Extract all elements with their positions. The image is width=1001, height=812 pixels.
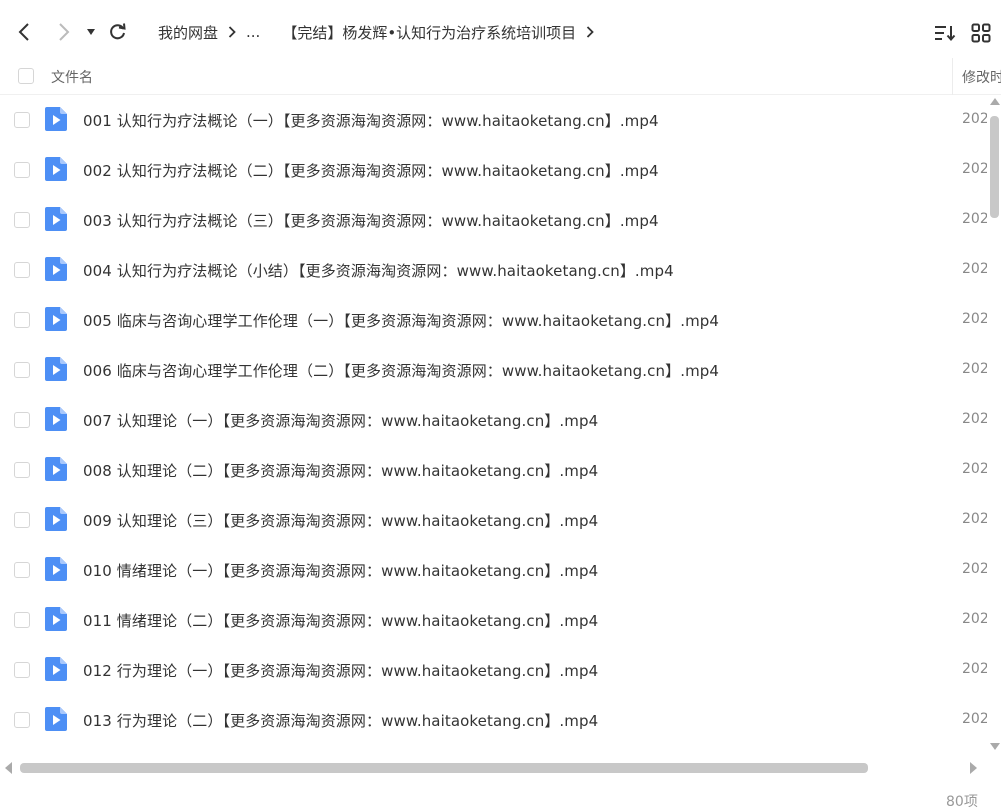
row-checkbox[interactable] (14, 662, 30, 678)
row-checkbox[interactable] (14, 412, 30, 428)
file-modified-date: 202 (962, 711, 987, 727)
history-dropdown-button[interactable] (82, 20, 100, 44)
row-checkbox[interactable] (14, 712, 30, 728)
file-row[interactable]: 002 认知行为疗法概论（二）【更多资源海淘资源网：www.haitaoketa… (0, 145, 987, 195)
file-modified-date: 202 (962, 361, 987, 377)
video-file-icon (45, 557, 67, 581)
file-modified-date: 202 (962, 161, 987, 177)
column-divider[interactable] (952, 58, 953, 95)
row-checkbox[interactable] (14, 312, 30, 328)
breadcrumb: 我的网盘 ... 【完结】杨发辉•认知行为治疗系统培训项目 (158, 20, 604, 44)
file-name[interactable]: 010 情绪理论（一）【更多资源海淘资源网：www.haitaoketang.c… (83, 560, 598, 581)
video-file-icon (45, 207, 67, 231)
file-name[interactable]: 002 认知行为疗法概论（二）【更多资源海淘资源网：www.haitaoketa… (83, 160, 659, 181)
row-checkbox[interactable] (14, 512, 30, 528)
forward-button[interactable] (52, 20, 76, 44)
file-name[interactable]: 006 临床与咨询心理学工作伦理（二）【更多资源海淘资源网：www.haitao… (83, 360, 719, 381)
scroll-left-arrow-icon[interactable] (5, 762, 12, 774)
video-file-icon (45, 307, 67, 331)
file-name[interactable]: 005 临床与咨询心理学工作伦理（一）【更多资源海淘资源网：www.haitao… (83, 310, 719, 331)
row-checkbox[interactable] (14, 362, 30, 378)
select-all-checkbox[interactable] (18, 68, 34, 84)
file-row[interactable]: 012 行为理论（一）【更多资源海淘资源网：www.haitaoketang.c… (0, 645, 987, 695)
file-row[interactable]: 001 认知行为疗法概论（一）【更多资源海淘资源网：www.haitaoketa… (0, 95, 987, 145)
video-file-icon (45, 107, 67, 131)
sort-icon (935, 26, 956, 42)
video-file-icon (45, 257, 67, 281)
video-file-icon (45, 357, 67, 381)
file-row[interactable]: 005 临床与咨询心理学工作伦理（一）【更多资源海淘资源网：www.haitao… (0, 295, 987, 345)
file-modified-date: 202 (962, 311, 987, 327)
column-header-name[interactable]: 文件名 (51, 67, 93, 87)
vertical-scrollbar[interactable] (987, 98, 1001, 750)
file-modified-date: 202 (962, 411, 987, 427)
grid-view-button[interactable] (968, 20, 994, 46)
video-file-icon (45, 607, 67, 631)
file-modified-date: 202 (962, 261, 987, 277)
sort-button[interactable] (932, 20, 958, 46)
file-modified-date: 202 (962, 661, 987, 677)
breadcrumb-root[interactable]: 我的网盘 (158, 22, 218, 43)
horizontal-scroll-thumb[interactable] (20, 763, 868, 773)
scroll-right-arrow-icon[interactable] (970, 762, 977, 774)
item-count: 80项 (946, 794, 978, 810)
scroll-up-arrow-icon[interactable] (990, 98, 1000, 105)
horizontal-scrollbar[interactable] (0, 760, 987, 776)
file-modified-date: 202 (962, 511, 987, 527)
file-name[interactable]: 012 行为理论（一）【更多资源海淘资源网：www.haitaoketang.c… (83, 660, 598, 681)
list-header: 文件名 修改时间 (0, 58, 1001, 95)
file-row[interactable]: 010 情绪理论（一）【更多资源海淘资源网：www.haitaoketang.c… (0, 545, 987, 595)
file-name[interactable]: 001 认知行为疗法概论（一）【更多资源海淘资源网：www.haitaoketa… (83, 110, 659, 131)
chevron-right-icon (59, 23, 70, 41)
file-name[interactable]: 008 认知理论（二）【更多资源海淘资源网：www.haitaoketang.c… (83, 460, 598, 481)
video-file-icon (45, 507, 67, 531)
breadcrumb-ellipsis[interactable]: ... (246, 23, 260, 41)
file-row[interactable]: 011 情绪理论（二）【更多资源海淘资源网：www.haitaoketang.c… (0, 595, 987, 645)
video-file-icon (45, 157, 67, 181)
refresh-button[interactable] (106, 20, 130, 44)
refresh-icon (110, 23, 126, 40)
file-row[interactable]: 003 认知行为疗法概论（三）【更多资源海淘资源网：www.haitaoketa… (0, 195, 987, 245)
file-row[interactable]: 007 认知理论（一）【更多资源海淘资源网：www.haitaoketang.c… (0, 395, 987, 445)
row-checkbox[interactable] (14, 462, 30, 478)
file-name[interactable]: 004 认知行为疗法概论（小结）【更多资源海淘资源网：www.haitaoket… (83, 260, 674, 281)
file-name[interactable]: 003 认知行为疗法概论（三）【更多资源海淘资源网：www.haitaoketa… (83, 210, 659, 231)
video-file-icon (45, 657, 67, 681)
caret-down-icon (87, 29, 95, 35)
video-file-icon (45, 407, 67, 431)
column-header-modified[interactable]: 修改时间 (962, 67, 1001, 87)
file-modified-date: 202 (962, 211, 987, 227)
video-file-icon (45, 707, 67, 731)
breadcrumb-current[interactable]: 【完结】杨发辉•认知行为治疗系统培训项目 (282, 22, 576, 43)
row-checkbox[interactable] (14, 112, 30, 128)
scroll-down-arrow-icon[interactable] (990, 743, 1000, 750)
file-row[interactable]: 008 认知理论（二）【更多资源海淘资源网：www.haitaoketang.c… (0, 445, 987, 495)
row-checkbox[interactable] (14, 212, 30, 228)
file-name[interactable]: 007 认知理论（一）【更多资源海淘资源网：www.haitaoketang.c… (83, 410, 598, 431)
row-checkbox[interactable] (14, 162, 30, 178)
toolbar: 我的网盘 ... 【完结】杨发辉•认知行为治疗系统培训项目 (0, 0, 1001, 64)
file-modified-date: 202 (962, 461, 987, 477)
row-checkbox[interactable] (14, 612, 30, 628)
file-row[interactable]: 009 认知理论（三）【更多资源海淘资源网：www.haitaoketang.c… (0, 495, 987, 545)
grid-view-icon (971, 23, 991, 43)
file-modified-date: 202 (962, 611, 987, 627)
file-modified-date: 202 (962, 561, 987, 577)
back-button[interactable] (12, 20, 36, 44)
file-row[interactable]: 004 认知行为疗法概论（小结）【更多资源海淘资源网：www.haitaoket… (0, 245, 987, 295)
file-list: 001 认知行为疗法概论（一）【更多资源海淘资源网：www.haitaoketa… (0, 95, 987, 745)
file-row[interactable]: 013 行为理论（二）【更多资源海淘资源网：www.haitaoketang.c… (0, 695, 987, 745)
vertical-scroll-thumb[interactable] (990, 116, 999, 218)
file-row[interactable]: 006 临床与咨询心理学工作伦理（二）【更多资源海淘资源网：www.haitao… (0, 345, 987, 395)
file-name[interactable]: 009 认知理论（三）【更多资源海淘资源网：www.haitaoketang.c… (83, 510, 598, 531)
row-checkbox[interactable] (14, 262, 30, 278)
file-name[interactable]: 011 情绪理论（二）【更多资源海淘资源网：www.haitaoketang.c… (83, 610, 598, 631)
file-name[interactable]: 013 行为理论（二）【更多资源海淘资源网：www.haitaoketang.c… (83, 710, 598, 731)
row-checkbox[interactable] (14, 562, 30, 578)
video-file-icon (45, 457, 67, 481)
chevron-left-icon (18, 23, 29, 41)
file-modified-date: 202 (962, 111, 987, 127)
chevron-right-icon[interactable] (586, 26, 594, 38)
chevron-right-icon (228, 26, 236, 38)
